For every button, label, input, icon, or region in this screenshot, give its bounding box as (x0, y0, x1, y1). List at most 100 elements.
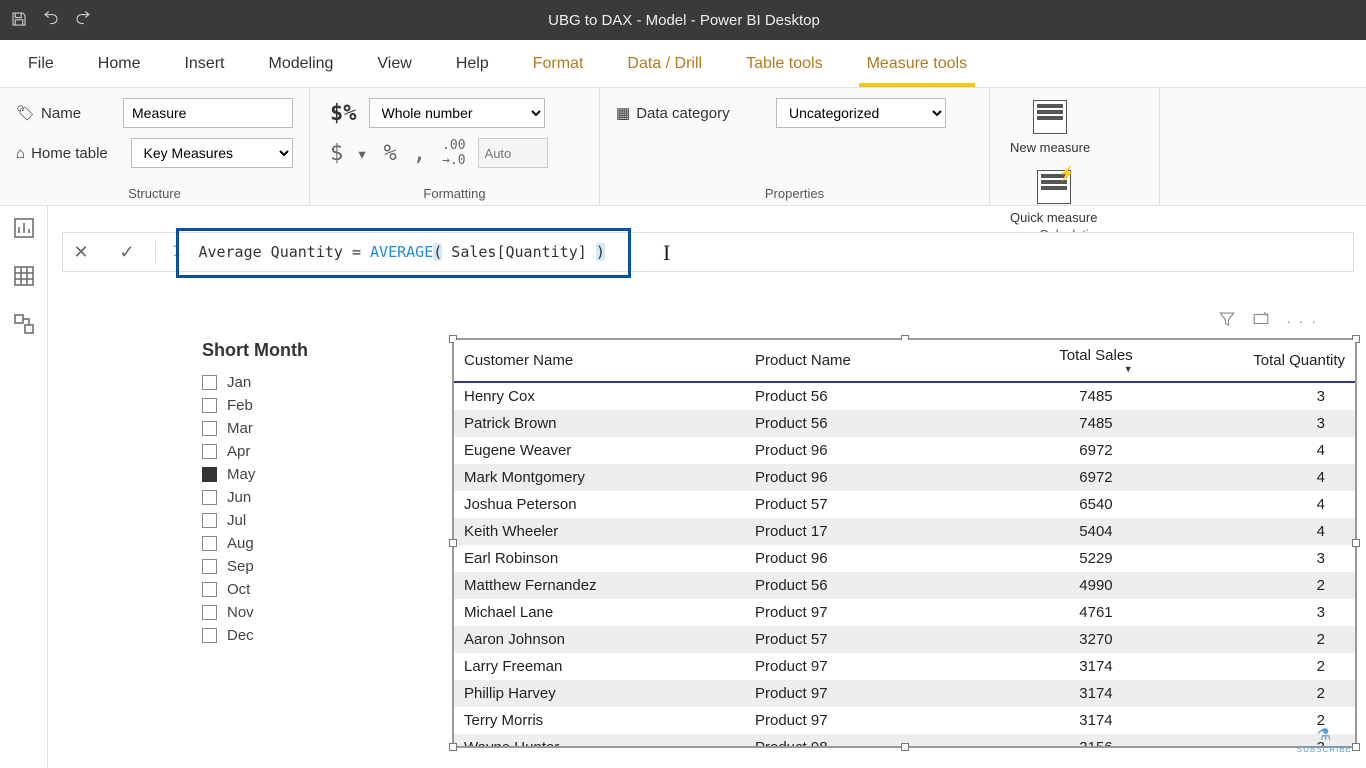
tab-home[interactable]: Home (76, 40, 163, 87)
window-title: UBG to DAX - Model - Power BI Desktop (92, 12, 1356, 29)
currency-button[interactable]: $ ▾ (326, 141, 372, 166)
formula-line-number: 1 (166, 244, 180, 260)
table-row[interactable]: Terry MorrisProduct 9731742 (454, 707, 1355, 734)
checkbox-icon (202, 582, 217, 597)
home-table-select[interactable]: Key Measures (131, 138, 293, 168)
table-row[interactable]: Patrick BrownProduct 5674853 (454, 410, 1355, 437)
tab-data-drill[interactable]: Data / Drill (605, 40, 724, 87)
percent-button[interactable]: % (380, 141, 401, 166)
table-row[interactable]: Henry CoxProduct 5674853 (454, 382, 1355, 410)
slicer-item[interactable]: Oct (202, 578, 402, 601)
table-row[interactable]: Larry FreemanProduct 9731742 (454, 653, 1355, 680)
resize-handle[interactable] (901, 743, 909, 751)
slicer-item-label: Apr (227, 443, 250, 460)
group-structure-label: Structure (16, 186, 293, 201)
group-properties-label: Properties (616, 186, 973, 201)
home-table-label: Home table (31, 145, 108, 162)
category-icon: ▦ (616, 104, 630, 122)
column-header[interactable]: Total Quantity (1143, 340, 1355, 382)
tab-insert[interactable]: Insert (162, 40, 246, 87)
checkbox-icon (202, 490, 217, 505)
checkbox-icon (202, 421, 217, 436)
table-row[interactable]: Eugene WeaverProduct 9669724 (454, 437, 1355, 464)
column-header[interactable]: Customer Name (454, 340, 745, 382)
report-view-icon[interactable] (12, 216, 36, 240)
slicer-item-label: Dec (227, 627, 254, 644)
redo-button[interactable] (74, 10, 92, 31)
tab-measure-tools[interactable]: Measure tools (845, 40, 990, 87)
checkbox-icon (202, 375, 217, 390)
name-input[interactable] (123, 98, 293, 128)
name-label: Name (41, 105, 81, 122)
format-sym-icon: $% (326, 101, 361, 126)
slicer-item[interactable]: Jan (202, 371, 402, 394)
column-header[interactable]: Product Name (745, 340, 965, 382)
slicer-item-label: Aug (227, 535, 254, 552)
checkbox-icon (202, 513, 217, 528)
format-select[interactable]: Whole number (369, 98, 545, 128)
formula-input[interactable]: Average Quantity = AVERAGE( Sales[Quanti… (190, 237, 1353, 267)
slicer-item-label: Feb (227, 397, 253, 414)
slicer-item[interactable]: May (202, 463, 402, 486)
data-view-icon[interactable] (12, 264, 36, 288)
table-row[interactable]: Earl RobinsonProduct 9652293 (454, 545, 1355, 572)
tab-table-tools[interactable]: Table tools (724, 40, 845, 87)
tab-modeling[interactable]: Modeling (246, 40, 355, 87)
table-row[interactable]: Matthew FernandezProduct 5649902 (454, 572, 1355, 599)
new-measure-button[interactable]: New measure (1006, 98, 1094, 158)
column-header[interactable]: Total Sales▼ (965, 340, 1142, 382)
decimals-spin[interactable] (478, 138, 548, 168)
ribbon-content: 🏷 Name ⌂ Home table Key Measures Structure… (0, 88, 1366, 206)
undo-button[interactable] (42, 10, 60, 31)
resize-handle[interactable] (1352, 743, 1360, 751)
decimal-icon[interactable]: .00→.0 (438, 138, 469, 168)
report-canvas[interactable]: · · · Short Month JanFebMarAprMayJunJulA… (62, 290, 1354, 768)
ribbon-tabs: File Home Insert Modeling View Help Form… (0, 40, 1366, 88)
slicer-item[interactable]: Dec (202, 624, 402, 647)
tab-help[interactable]: Help (434, 40, 511, 87)
table-row[interactable]: Michael LaneProduct 9747613 (454, 599, 1355, 626)
home-icon: ⌂ (16, 145, 25, 162)
table-visual[interactable]: Customer NameProduct NameTotal Sales▼Tot… (452, 338, 1357, 748)
table-row[interactable]: Aaron JohnsonProduct 5732702 (454, 626, 1355, 653)
tab-view[interactable]: View (355, 40, 433, 87)
tag-icon: 🏷 (16, 104, 35, 122)
subscribe-badge: ⚗ SUBSCRIBE (1297, 725, 1352, 754)
resize-handle[interactable] (1352, 539, 1360, 547)
slicer-item[interactable]: Jun (202, 486, 402, 509)
save-button[interactable] (10, 10, 28, 31)
data-category-select[interactable]: Uncategorized (776, 98, 946, 128)
table-row[interactable]: Mark MontgomeryProduct 9669724 (454, 464, 1355, 491)
resize-handle[interactable] (449, 539, 457, 547)
focus-mode-icon[interactable] (1252, 310, 1270, 331)
slicer-item[interactable]: Apr (202, 440, 402, 463)
model-view-icon[interactable] (12, 312, 36, 336)
tab-file[interactable]: File (6, 40, 76, 87)
slicer-item[interactable]: Mar (202, 417, 402, 440)
group-formatting-label: Formatting (326, 186, 583, 201)
formula-bar: ✕ ✓ 1 Average Quantity = AVERAGE( Sales[… (62, 232, 1354, 272)
quick-measure-button[interactable]: Quick measure (1006, 168, 1101, 228)
cancel-formula-button[interactable]: ✕ (63, 233, 99, 271)
slicer-item[interactable]: Feb (202, 394, 402, 417)
filter-icon[interactable] (1218, 310, 1236, 331)
table-row[interactable]: Phillip HarveyProduct 9731742 (454, 680, 1355, 707)
thousand-button[interactable]: , (409, 141, 430, 166)
titlebar: UBG to DAX - Model - Power BI Desktop (0, 0, 1366, 40)
slicer-item-label: Mar (227, 420, 253, 437)
slicer-item[interactable]: Sep (202, 555, 402, 578)
more-options-icon[interactable]: · · · (1286, 313, 1318, 329)
data-category-label: Data category (636, 105, 729, 122)
table-row[interactable]: Keith WheelerProduct 1754044 (454, 518, 1355, 545)
slicer-item[interactable]: Nov (202, 601, 402, 624)
resize-handle[interactable] (449, 743, 457, 751)
slicer-item[interactable]: Aug (202, 532, 402, 555)
checkbox-icon (202, 398, 217, 413)
checkbox-icon (202, 559, 217, 574)
commit-formula-button[interactable]: ✓ (109, 233, 145, 271)
tab-format[interactable]: Format (511, 40, 606, 87)
checkbox-icon (202, 536, 217, 551)
table-row[interactable]: Joshua PetersonProduct 5765404 (454, 491, 1355, 518)
slicer-item[interactable]: Jul (202, 509, 402, 532)
calculator-icon (1033, 100, 1067, 134)
